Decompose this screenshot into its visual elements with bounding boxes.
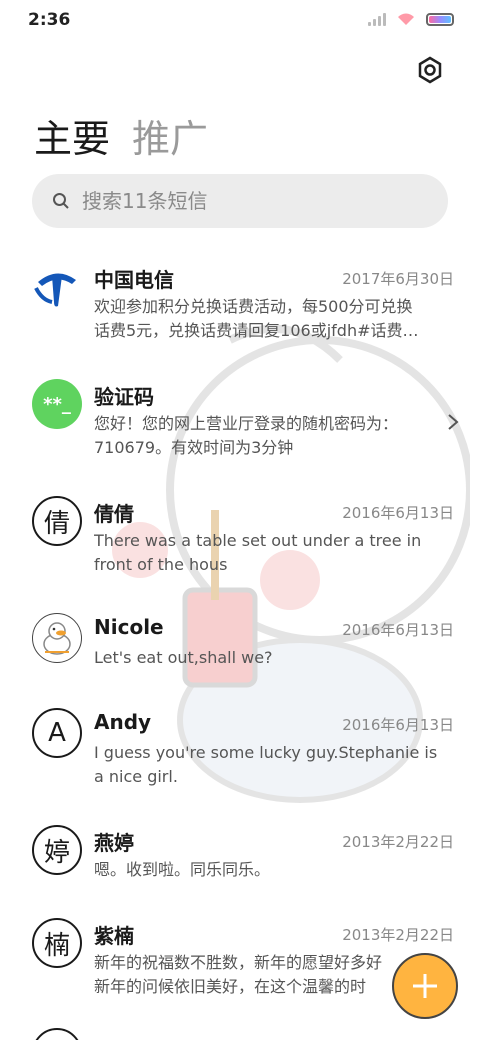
avatar: 倩 (32, 496, 82, 546)
sender-name: Nicole (94, 615, 164, 639)
avatar: 楠 (32, 918, 82, 968)
sender-name: 验证码 (94, 385, 154, 409)
list-item[interactable]: 婷 燕婷 2013年2月22日 嗯。收到啦。同乐同乐。 (0, 813, 480, 913)
preview-line: front of the hous (94, 555, 228, 574)
avatar (32, 1028, 82, 1040)
message-date: 2016年6月13日 (342, 504, 454, 522)
preview-line: a nice girl. (94, 767, 178, 786)
tab-promotion[interactable]: 推广 (132, 108, 208, 163)
status-time: 2:36 (28, 10, 71, 30)
avatar: **_ (32, 379, 82, 429)
search-icon (53, 193, 69, 209)
message-date: 2016年6月13日 (342, 621, 454, 639)
message-preview: There was a table set out under a tree i… (94, 529, 454, 577)
preview-line: 嗯。收到啦。同乐同乐。 (94, 860, 271, 879)
search-bar[interactable] (32, 174, 448, 228)
list-item[interactable] (0, 1020, 480, 1040)
message-preview: 嗯。收到啦。同乐同乐。 (94, 858, 454, 882)
preview-line: 710679。有效时间为3分钟 (94, 438, 294, 457)
preview-line: 欢迎参加积分兑换话费活动，每500分可兑换 (94, 297, 413, 316)
message-preview: I guess you're some lucky guy.Stephanie … (94, 741, 454, 789)
gear-icon[interactable] (414, 54, 446, 86)
chevron-right-icon[interactable] (446, 413, 460, 431)
list-item[interactable]: A Andy 2016年6月13日 I guess you're some lu… (0, 696, 480, 796)
list-item[interactable]: **_ 验证码 您好！您的网上营业厅登录的随机密码为： 710679。有效时间为… (0, 367, 480, 467)
tab-bar: 主要 推广 (34, 108, 208, 163)
duck-avatar-icon (32, 613, 82, 663)
avatar: 婷 (32, 825, 82, 875)
china-telecom-logo-icon (34, 273, 76, 307)
preview-line: 话费5元，兑换话费请回复106或jfdh#话费… (94, 321, 419, 340)
tab-main[interactable]: 主要 (34, 108, 110, 163)
message-preview: 您好！您的网上营业厅登录的随机密码为： 710679。有效时间为3分钟 (94, 412, 454, 460)
preview-line: There was a table set out under a tree i… (94, 531, 422, 550)
search-input[interactable] (82, 189, 422, 213)
message-date: 2016年6月13日 (342, 716, 454, 734)
signal-icon (368, 12, 386, 26)
preview-line: I guess you're some lucky guy.Stephanie … (94, 743, 438, 762)
status-bar: 2:36 (0, 0, 480, 40)
status-icons (368, 12, 454, 26)
avatar (32, 262, 82, 312)
preview-line: 您好！您的网上营业厅登录的随机密码为： (94, 414, 399, 433)
message-date: 2017年6月30日 (342, 270, 454, 288)
message-date: 2013年2月22日 (342, 926, 454, 944)
sender-name: 燕婷 (94, 831, 134, 855)
list-item[interactable]: Nicole 2016年6月13日 Let's eat out,shall we… (0, 601, 480, 701)
compose-button[interactable] (392, 953, 458, 1019)
list-item[interactable]: 中国电信 2017年6月30日 欢迎参加积分兑换话费活动，每500分可兑换 话费… (0, 250, 480, 350)
sender-name: 紫楠 (94, 924, 134, 948)
wifi-icon (398, 13, 414, 25)
message-date: 2013年2月22日 (342, 833, 454, 851)
sender-name: 中国电信 (94, 268, 174, 292)
preview-line: Let's eat out,shall we? (94, 648, 273, 667)
message-preview: 欢迎参加积分兑换话费活动，每500分可兑换 话费5元，兑换话费请回复106或jf… (94, 295, 454, 343)
sender-name: Andy (94, 710, 152, 734)
avatar: A (32, 708, 82, 758)
list-item[interactable]: 倩 倩倩 2016年6月13日 There was a table set ou… (0, 484, 480, 584)
sender-name: 倩倩 (94, 502, 134, 526)
message-preview: Let's eat out,shall we? (94, 646, 454, 670)
plus-icon (413, 974, 437, 998)
battery-icon (426, 12, 454, 26)
